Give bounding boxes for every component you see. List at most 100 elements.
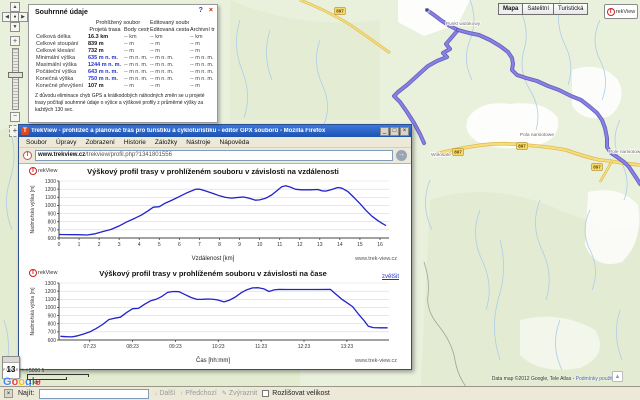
svg-text:09:23: 09:23 [169,344,182,350]
trekview-logo-text: rekView [38,168,57,174]
svg-text:1300: 1300 [45,179,56,185]
svg-text:700: 700 [48,228,57,234]
summary-cell: -- m n. m. [123,75,149,82]
table-row: Celková délka16.3 km-- km-- km-- km [35,33,215,40]
summary-cell: 107 m [87,82,123,89]
menu-bar: SouborÚpravyZobrazeníHistorieZáložkyNást… [19,137,411,148]
chart-watermark: www.trek-view.cz [355,256,397,262]
svg-text:7: 7 [198,242,201,248]
summary-cell: 643 m n. m. [87,68,123,75]
summary-cell: -- m n. m. [149,54,189,61]
url-field[interactable]: www.trekview.cz/trekview/profil.php?1341… [35,150,393,161]
close-button[interactable]: × [400,127,409,136]
summary-cell: -- m n. m. [189,54,215,61]
chart-plot-area: 600700800900100011001200130007:2308:2309… [27,279,395,353]
summary-cell: -- m n. m. [123,68,149,75]
find-next-button[interactable]: ↓Další [154,390,175,397]
summary-cell: -- m n. m. [189,61,215,68]
panel-close-button[interactable]: × [209,7,213,14]
table-row: Konečné převýšení107 m-- m-- m-- m [35,82,215,89]
summary-cell: 1244 m n. m. [87,61,123,68]
map-type-button-0[interactable]: Mapa [498,3,523,15]
url-path: /trekview/profil.php?1341801556 [85,152,172,158]
map-type-button-1[interactable]: Satelitní [523,3,554,15]
svg-text:07:23: 07:23 [83,344,96,350]
map-label-pola-namiotowe: Pola namiotowe [520,132,554,138]
svg-text:900: 900 [48,313,57,319]
panel-help-button[interactable]: ? [199,7,203,14]
summary-cell [35,19,87,26]
summary-cell: 635 m n. m. [87,54,123,61]
chart-trekview-logo: T rekView [29,167,57,175]
svg-text:800: 800 [48,322,57,328]
pan-down-button[interactable]: ▼ [10,22,20,32]
match-case-checkbox[interactable]: Rozlišovat velikost [262,390,330,397]
svg-text:8: 8 [218,242,221,248]
summary-cell: 732 m [87,47,123,54]
trekview-logo-button[interactable]: T rekView [604,4,638,19]
summary-cell: 16.3 km [87,33,123,40]
chart-xlabel: Čas [hh:mm] [27,358,399,364]
trekview-t-icon: T [29,167,37,175]
summary-cell: -- m [149,82,189,89]
zoom-slider-track[interactable] [12,48,19,110]
menu-item-6[interactable]: Nápověda [216,139,254,146]
summary-cell: -- km [123,33,149,40]
menu-item-2[interactable]: Zobrazení [82,139,119,146]
trekview-logo-text: rekView [38,270,57,276]
terms-link[interactable]: Podmínky použití [576,376,614,382]
svg-text:1100: 1100 [45,195,56,201]
zoom-out-button[interactable]: − [10,112,20,122]
svg-text:600: 600 [48,338,57,344]
menu-item-1[interactable]: Úpravy [52,139,81,146]
map-type-button-2[interactable]: Turistická [554,3,588,15]
svg-text:2: 2 [98,242,101,248]
menu-item-0[interactable]: Soubor [22,139,51,146]
maximize-button[interactable]: □ [390,127,399,136]
table-row: Minimální výška635 m n. m. -- m n. m.-- m… [35,54,215,61]
chart-xlabel: Vzdálenost [km] [27,256,399,262]
summary-cell: -- m [189,82,215,89]
copyright-text: Data map ©2012 Google, Tele Atlas - [492,376,575,382]
svg-text:800: 800 [48,220,57,226]
summary-cell: -- m n. m. [123,61,149,68]
summary-cell: Maximální výška [35,61,87,68]
summary-cell: Minimální výška [35,54,87,61]
summary-cell: -- m n. m. [149,68,189,75]
table-row: Počáteční výška643 m n. m.-- m n. m.-- m… [35,68,215,75]
window-title: TrekView - prohlížeč a plánovač tras pro… [31,128,378,134]
pan-right-button[interactable]: ▶ [18,12,28,22]
svg-text:14: 14 [337,242,343,248]
summary-cell [35,26,87,33]
menu-item-3[interactable]: Historie [120,139,150,146]
road-shield-label: 897 [336,9,344,14]
svg-text:1300: 1300 [45,281,56,287]
checkbox-icon [262,390,269,397]
road-shield-label: 897 [454,150,462,155]
menu-item-4[interactable]: Záložky [151,139,181,146]
road-shield-label: 897 [593,165,601,170]
road-shield-label: 897 [518,144,526,149]
find-input[interactable] [39,389,149,399]
chart-watermark: www.trek-view.cz [355,358,397,364]
zoom-in-button[interactable]: + [10,36,20,46]
svg-text:3: 3 [118,242,121,248]
find-prev-button[interactable]: ↑Předchozí [180,390,217,397]
pan-up-button[interactable]: ▲ [10,2,20,12]
map-arrow-button[interactable]: ▲ [612,371,623,382]
go-button[interactable]: → [396,150,407,161]
window-titlebar[interactable]: T TrekView - prohlížeč a plánovač tras p… [19,125,411,137]
summary-cell: Archivní trasa [189,26,215,33]
summary-cell: Projetá trasa [87,26,123,33]
highlighter-icon: ✎ [222,390,227,397]
minimize-button[interactable]: _ [380,127,389,136]
map-label-wolosate: Wołosate [431,152,451,158]
summary-cell: -- km [189,33,215,40]
find-highlight-button[interactable]: ✎Zvýraznit [222,390,257,397]
findbar-close-button[interactable]: × [4,389,13,398]
menu-item-5[interactable]: Nástroje [182,139,214,146]
trekview-logo-text: rekView [616,9,635,15]
table-row: Prohlížený souborEditovaný soubor [35,19,215,26]
zoom-slider-thumb[interactable] [8,72,23,78]
summary-cell [189,19,215,26]
